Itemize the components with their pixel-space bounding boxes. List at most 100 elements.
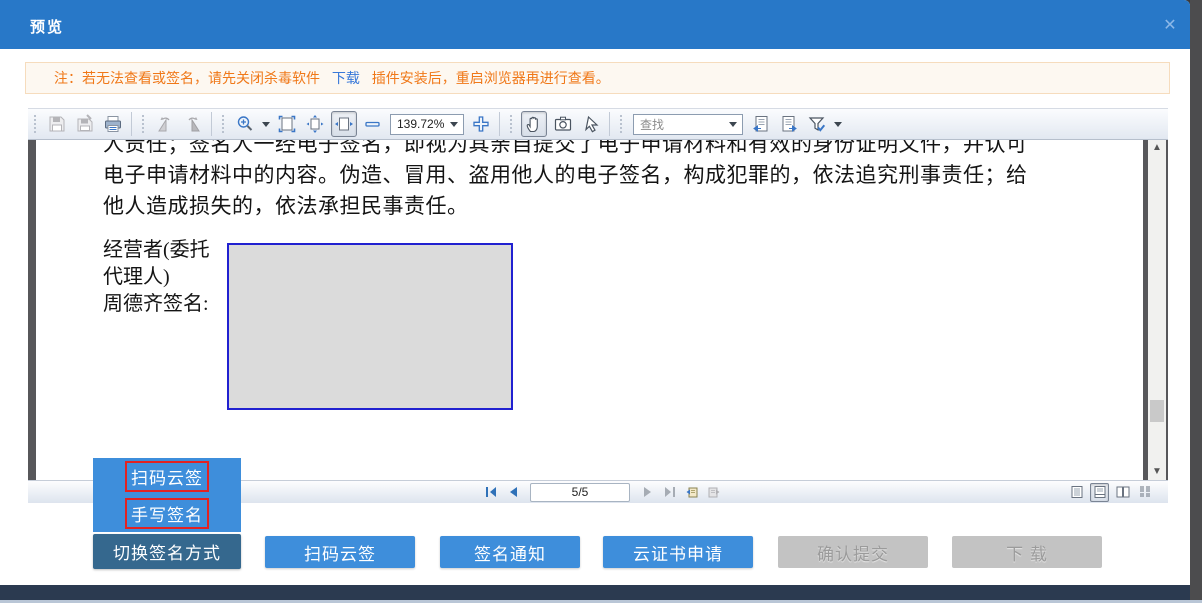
fit-visible-button[interactable] (303, 112, 327, 136)
signature-mode-menu: 扫码云签 手写签名 (93, 458, 241, 532)
zoom-tool-button[interactable] (233, 112, 257, 136)
toolbar-separator (131, 112, 132, 136)
fit-visible-icon (305, 114, 325, 134)
fit-width-icon (334, 114, 354, 134)
rotate-left-icon (155, 114, 175, 134)
next-page-icon (641, 486, 654, 498)
page-background (0, 585, 1190, 600)
facing-icon (1116, 485, 1130, 499)
zoom-magnifier-icon (235, 114, 255, 134)
notice-suffix: 插件安装后，重启浏览器再进行查看。 (372, 70, 610, 86)
notice-prefix: 注：若无法查看或签名，请先关闭杀毒软件 (54, 70, 320, 86)
snapshot-button[interactable] (551, 112, 575, 136)
zoom-in-icon (471, 114, 491, 134)
document-line: 他人造成损失的，依法承担民事责任。 (103, 191, 1088, 222)
fit-width-button[interactable] (331, 111, 357, 137)
scroll-up-icon[interactable]: ▲ (1151, 142, 1163, 154)
window-right-edge (1190, 0, 1202, 603)
save-as-button[interactable] (73, 112, 97, 136)
signature-notify-button[interactable]: 签名通知 (440, 536, 580, 568)
first-page-button[interactable] (482, 483, 500, 501)
antivirus-notice: 注：若无法查看或签名，请先关闭杀毒软件 下载 插件安装后，重启浏览器再进行查看。 (25, 62, 1170, 94)
chevron-down-icon (729, 122, 737, 127)
page-title: 预览 (30, 16, 64, 37)
find-next-button[interactable] (777, 112, 801, 136)
single-page-button[interactable] (1068, 484, 1085, 501)
last-page-button[interactable] (660, 483, 678, 501)
page-layout-controls (1068, 482, 1153, 502)
chevron-down-icon (450, 122, 458, 127)
toolbar-grip (34, 115, 38, 133)
toolbar-grip (620, 115, 624, 133)
vertical-scrollbar[interactable]: ▲ ▼ (1148, 140, 1166, 480)
menu-item-scan-cloud-sign[interactable]: 扫码云签 (93, 458, 241, 495)
hand-tool-icon (524, 114, 544, 134)
last-page-icon (663, 486, 676, 498)
find-input[interactable]: 查找 (633, 114, 743, 135)
find-next-icon (779, 114, 799, 134)
previous-page-button[interactable] (504, 483, 522, 501)
fit-page-icon (277, 114, 297, 134)
rotate-left-button[interactable] (153, 112, 177, 136)
toolbar-grip (142, 115, 146, 133)
fill-sign-dropdown-icon[interactable] (834, 122, 842, 127)
filter-sign-icon (807, 114, 827, 134)
menu-item-handwritten-sign[interactable]: 手写签名 (93, 495, 241, 532)
select-tool-button[interactable] (579, 112, 603, 136)
continuous-icon (1093, 485, 1107, 499)
pdf-viewer: 人责任；签名人一经电子签名，即视为其亲自提交了电子申请材料和有效的身份证明文件，… (28, 140, 1168, 480)
previous-view-button[interactable] (682, 483, 700, 501)
zoom-in-button[interactable] (469, 112, 493, 136)
facing-pages-button[interactable] (1114, 484, 1131, 501)
print-button[interactable] (101, 112, 125, 136)
menu-item-label: 手写签名 (125, 498, 209, 529)
save-as-icon (75, 114, 95, 134)
save-icon (47, 114, 67, 134)
signature-field[interactable] (227, 243, 513, 410)
rotate-right-button[interactable] (181, 112, 205, 136)
pdf-page: 人责任；签名人一经电子签名，即视为其亲自提交了电子申请材料和有效的身份证明文件，… (36, 140, 1143, 480)
next-page-button[interactable] (638, 483, 656, 501)
scroll-down-icon[interactable]: ▼ (1151, 466, 1163, 478)
page-indicator-input[interactable]: 5/5 (530, 483, 630, 502)
rotate-right-icon (183, 114, 203, 134)
signature-label: 经营者(委托 代理人) 周德齐签名: (103, 237, 210, 318)
pdf-toolbar: 139.72% 查找 (28, 108, 1168, 140)
document-text: 人责任；签名人一经电子签名，即视为其亲自提交了电子申请材料和有效的身份证明文件，… (103, 140, 1088, 222)
menu-item-label: 扫码云签 (125, 461, 209, 492)
dialog-titlebar: 预览 ✕ (0, 0, 1190, 49)
find-placeholder: 查找 (640, 116, 664, 133)
zoom-tool-dropdown-icon[interactable] (262, 122, 270, 127)
fill-sign-button[interactable] (805, 112, 829, 136)
find-previous-icon (751, 114, 771, 134)
scan-cloud-sign-button[interactable]: 扫码云签 (265, 536, 415, 568)
close-icon[interactable]: ✕ (1158, 15, 1182, 35)
continuous-view-button[interactable] (1090, 483, 1109, 502)
download-button[interactable]: 下 载 (952, 536, 1102, 568)
fit-page-button[interactable] (275, 112, 299, 136)
find-previous-button[interactable] (749, 112, 773, 136)
zoom-level-value: 139.72% (397, 117, 444, 131)
switch-signature-mode-button[interactable]: 切换签名方式 (93, 534, 241, 569)
first-page-icon (485, 486, 498, 498)
hand-tool-button[interactable] (521, 111, 547, 137)
preview-dialog: 预览 ✕ 注：若无法查看或签名，请先关闭杀毒软件 下载 插件安装后，重启浏览器再… (0, 0, 1190, 585)
scrollbar-thumb[interactable] (1150, 400, 1164, 422)
print-icon (103, 114, 123, 134)
zoom-level-select[interactable]: 139.72% (390, 114, 464, 135)
select-tool-icon (581, 114, 601, 134)
document-line: 人责任；签名人一经电子签名，即视为其亲自提交了电子申请材料和有效的身份证明文件，… (103, 140, 1088, 160)
page-navigation: 5/5 (480, 482, 724, 502)
download-plugin-link[interactable]: 下载 (332, 70, 360, 86)
confirm-submit-button[interactable]: 确认提交 (778, 536, 928, 568)
toolbar-grip (510, 115, 514, 133)
next-view-button[interactable] (704, 483, 722, 501)
snapshot-icon (553, 114, 573, 134)
toolbar-separator (609, 112, 610, 136)
zoom-out-button[interactable] (361, 112, 385, 136)
save-button[interactable] (45, 112, 69, 136)
previous-view-icon (685, 486, 698, 498)
facing-continuous-button[interactable] (1136, 484, 1153, 501)
cloud-certificate-apply-button[interactable]: 云证书申请 (603, 536, 753, 568)
toolbar-separator (211, 112, 212, 136)
